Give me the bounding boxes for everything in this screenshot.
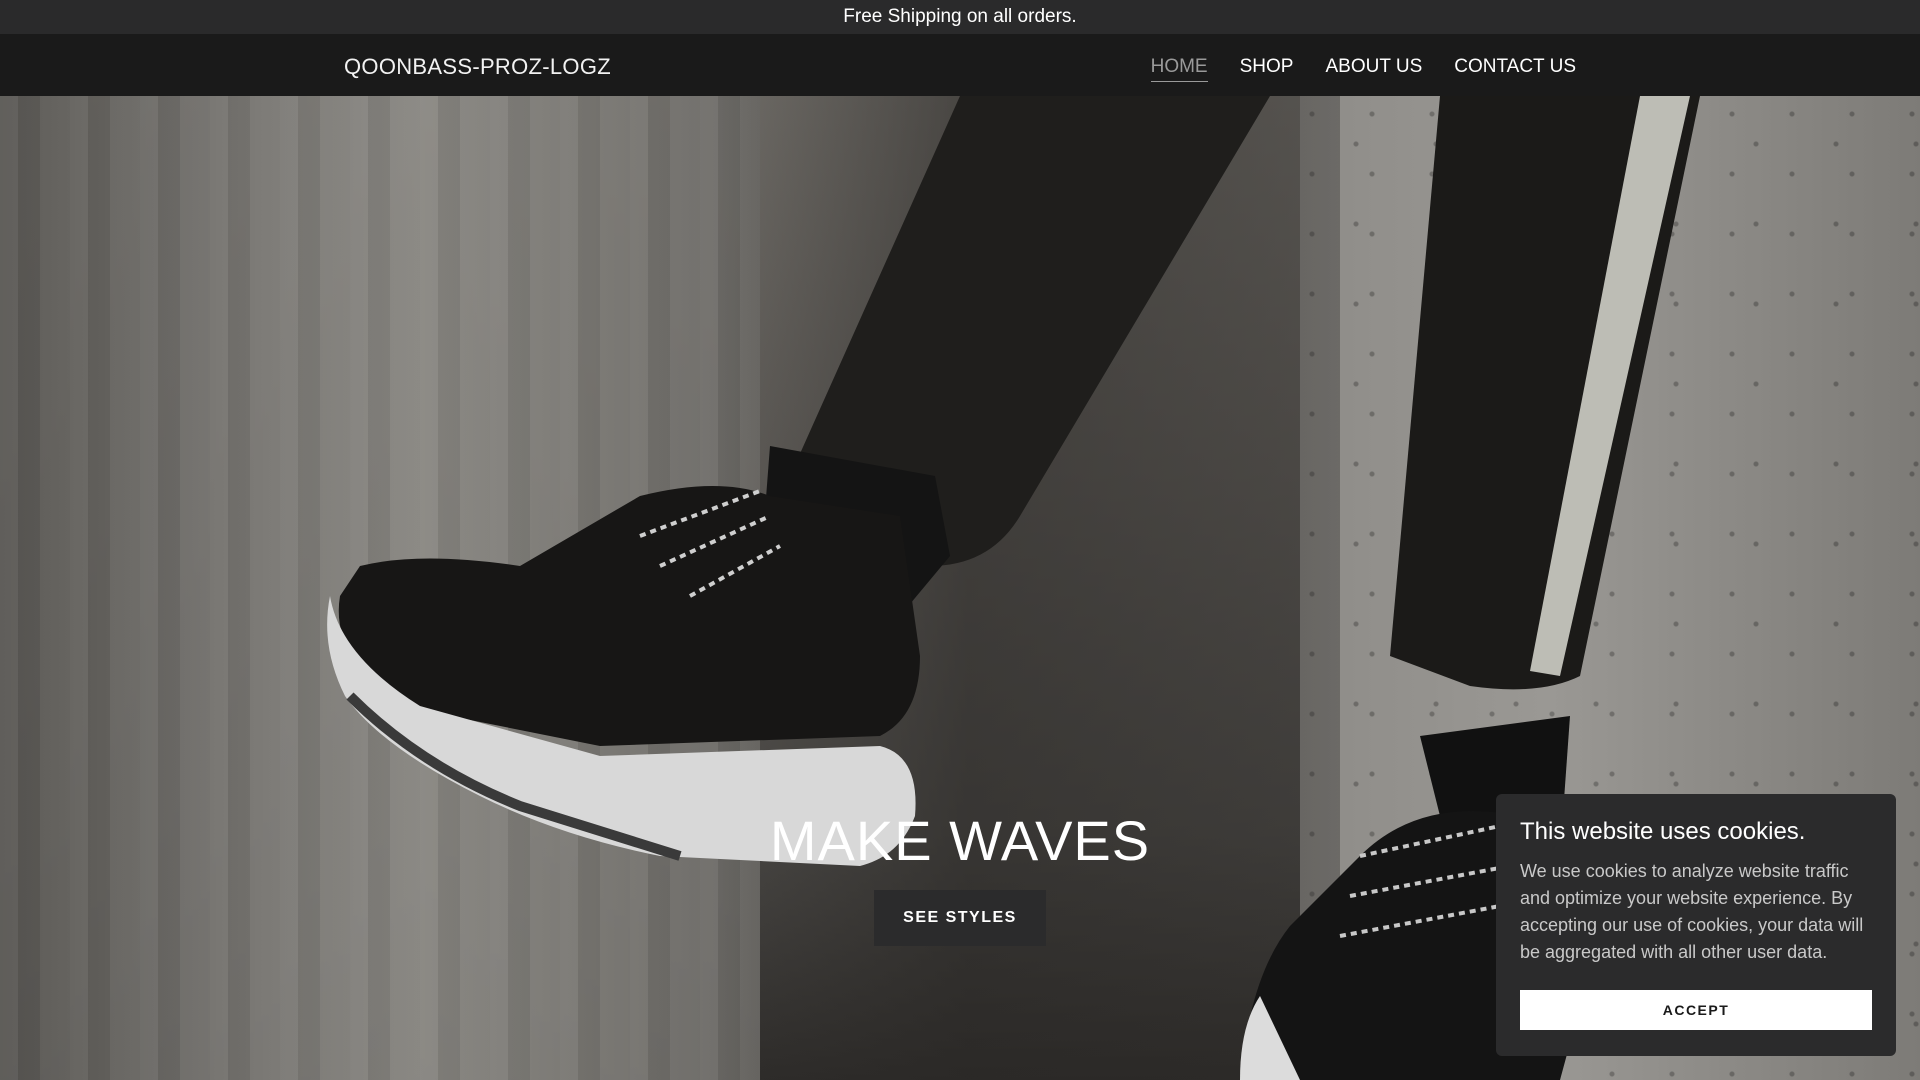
nav-shop[interactable]: SHOP: [1240, 56, 1294, 82]
cookie-banner-text: We use cookies to analyze website traffi…: [1520, 861, 1864, 962]
cookie-banner-title: This website uses cookies.: [1520, 818, 1806, 845]
left-shoe: [338, 486, 920, 746]
nav-home[interactable]: HOME: [1150, 56, 1208, 82]
site-logo[interactable]: QOONBASS-PROZ-LOGZ: [344, 54, 611, 80]
cookie-accept-button[interactable]: ACCEPT: [1520, 990, 1872, 1030]
site-header: QOONBASS-PROZ-LOGZ HOME SHOP ABOUT US CO…: [0, 34, 1920, 96]
announcement-bar: Free Shipping on all orders.: [0, 0, 1920, 34]
nav-about-us[interactable]: ABOUT US: [1325, 56, 1422, 82]
cookie-banner: This website uses cookies. We use cookie…: [1496, 794, 1896, 1056]
nav-contact-us[interactable]: CONTACT US: [1454, 56, 1576, 82]
main-nav: HOME SHOP ABOUT US CONTACT US: [1150, 56, 1576, 82]
announcement-text: Free Shipping on all orders.: [843, 6, 1077, 27]
see-styles-button[interactable]: SEE STYLES: [874, 890, 1046, 946]
